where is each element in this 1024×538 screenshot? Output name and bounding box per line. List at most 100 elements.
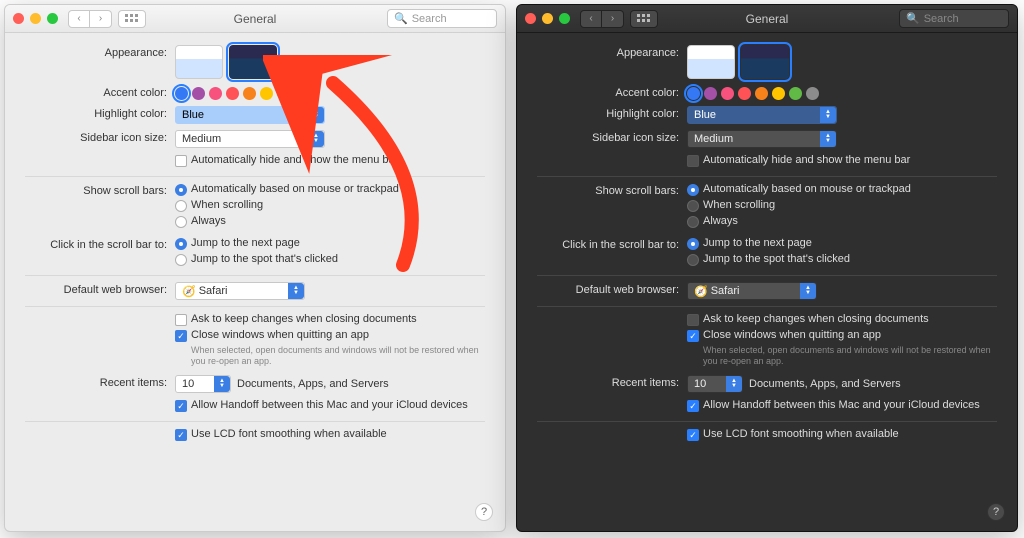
minimize-button[interactable] — [542, 13, 553, 24]
accent-red[interactable] — [738, 87, 751, 100]
scroll-always-radio[interactable] — [175, 216, 187, 228]
chevron-updown-icon: ▲▼ — [288, 283, 304, 299]
compass-icon: 🧭 — [182, 285, 196, 298]
general-prefs-dark: ‹ › General 🔍 Search Appearance: — [516, 4, 1018, 532]
handoff-label: Allow Handoff between this Mac and your … — [191, 399, 468, 411]
accent-purple[interactable] — [704, 87, 717, 100]
recent-items-select[interactable]: 10▲▼ — [687, 375, 743, 393]
lcd-smoothing-checkbox[interactable]: ✓ — [175, 429, 187, 441]
back-button[interactable]: ‹ — [580, 10, 602, 28]
highlight-select[interactable]: Blue▲▼ — [687, 106, 837, 124]
appearance-light-thumb[interactable] — [175, 45, 223, 79]
accent-label: Accent color: — [537, 85, 687, 99]
search-placeholder: Search — [924, 13, 959, 25]
chevron-updown-icon: ▲▼ — [308, 131, 324, 147]
recent-items-label: Recent items: — [537, 375, 687, 389]
accent-pink[interactable] — [209, 87, 222, 100]
auto-hide-label: Automatically hide and show the menu bar — [191, 154, 398, 166]
compass-icon: 🧭 — [694, 285, 708, 298]
accent-gray[interactable] — [294, 87, 307, 100]
ask-keep-label: Ask to keep changes when closing documen… — [703, 313, 929, 325]
sidebar-label: Sidebar icon size: — [25, 130, 175, 144]
scroll-when-radio[interactable] — [175, 200, 187, 212]
scroll-always-label: Always — [191, 215, 226, 227]
show-all-button[interactable] — [118, 10, 146, 28]
appearance-light-thumb[interactable] — [687, 45, 735, 79]
accent-green[interactable] — [789, 87, 802, 100]
auto-hide-label: Automatically hide and show the menu bar — [703, 154, 910, 166]
traffic-lights — [13, 13, 58, 24]
sidebar-size-select[interactable]: Medium▲▼ — [687, 130, 837, 148]
lcd-smoothing-checkbox[interactable]: ✓ — [687, 429, 699, 441]
appearance-label: Appearance: — [25, 45, 175, 59]
close-button[interactable] — [13, 13, 24, 24]
close-windows-checkbox[interactable]: ✓ — [687, 330, 699, 342]
scroll-bars-label: Show scroll bars: — [537, 183, 687, 197]
accent-red[interactable] — [226, 87, 239, 100]
auto-hide-menubar-checkbox[interactable] — [687, 155, 699, 167]
handoff-checkbox[interactable]: ✓ — [687, 400, 699, 412]
search-field[interactable]: 🔍 Search — [899, 9, 1009, 28]
scroll-when-radio[interactable] — [687, 200, 699, 212]
default-browser-select[interactable]: 🧭 Safari ▲▼ — [175, 282, 305, 300]
accent-orange[interactable] — [243, 87, 256, 100]
back-button[interactable]: ‹ — [68, 10, 90, 28]
auto-hide-menubar-checkbox[interactable] — [175, 155, 187, 167]
appearance-dark-thumb[interactable] — [229, 45, 277, 79]
scroll-always-label: Always — [703, 215, 738, 227]
appearance-label: Appearance: — [537, 45, 687, 59]
divider — [25, 421, 485, 422]
handoff-label: Allow Handoff between this Mac and your … — [703, 399, 980, 411]
scroll-always-radio[interactable] — [687, 216, 699, 228]
recent-items-select[interactable]: 10▲▼ — [175, 375, 231, 393]
accent-gray[interactable] — [806, 87, 819, 100]
accent-swatches — [175, 85, 485, 100]
help-button[interactable]: ? — [987, 503, 1005, 521]
handoff-checkbox[interactable]: ✓ — [175, 400, 187, 412]
close-windows-help: When selected, open documents and window… — [191, 345, 485, 367]
search-field[interactable]: 🔍 Search — [387, 9, 497, 28]
accent-orange[interactable] — [755, 87, 768, 100]
jump-next-radio[interactable] — [175, 238, 187, 250]
zoom-button[interactable] — [559, 13, 570, 24]
forward-button[interactable]: › — [90, 10, 112, 28]
minimize-button[interactable] — [30, 13, 41, 24]
scroll-auto-label: Automatically based on mouse or trackpad — [703, 183, 911, 195]
jump-next-label: Jump to the next page — [703, 237, 812, 249]
chevron-updown-icon: ▲▼ — [820, 131, 836, 147]
jump-spot-radio[interactable] — [175, 254, 187, 266]
ask-keep-checkbox[interactable] — [175, 314, 187, 326]
accent-blue[interactable] — [687, 87, 700, 100]
close-button[interactable] — [525, 13, 536, 24]
highlight-label: Highlight color: — [537, 106, 687, 120]
accent-pink[interactable] — [721, 87, 734, 100]
appearance-dark-thumb[interactable] — [741, 45, 789, 79]
scroll-auto-radio[interactable] — [175, 184, 187, 196]
accent-green[interactable] — [277, 87, 290, 100]
sidebar-size-select[interactable]: Medium▲▼ — [175, 130, 325, 148]
forward-button[interactable]: › — [602, 10, 624, 28]
divider — [25, 275, 485, 276]
chevron-updown-icon: ▲▼ — [820, 107, 836, 123]
divider — [537, 306, 997, 307]
highlight-label: Highlight color: — [25, 106, 175, 120]
highlight-select[interactable]: Blue▲▼ — [175, 106, 325, 124]
help-button[interactable]: ? — [475, 503, 493, 521]
ask-keep-checkbox[interactable] — [687, 314, 699, 326]
accent-purple[interactable] — [192, 87, 205, 100]
jump-spot-label: Jump to the spot that's clicked — [191, 253, 338, 265]
accent-yellow[interactable] — [772, 87, 785, 100]
scroll-auto-radio[interactable] — [687, 184, 699, 196]
default-browser-select[interactable]: 🧭 Safari ▲▼ — [687, 282, 817, 300]
divider — [537, 421, 997, 422]
show-all-button[interactable] — [630, 10, 658, 28]
close-windows-label: Close windows when quitting an app — [703, 329, 881, 341]
jump-spot-radio[interactable] — [687, 254, 699, 266]
close-windows-checkbox[interactable]: ✓ — [175, 330, 187, 342]
accent-yellow[interactable] — [260, 87, 273, 100]
jump-next-radio[interactable] — [687, 238, 699, 250]
browser-label: Default web browser: — [537, 282, 687, 296]
accent-blue[interactable] — [175, 87, 188, 100]
close-windows-label: Close windows when quitting an app — [191, 329, 369, 341]
zoom-button[interactable] — [47, 13, 58, 24]
